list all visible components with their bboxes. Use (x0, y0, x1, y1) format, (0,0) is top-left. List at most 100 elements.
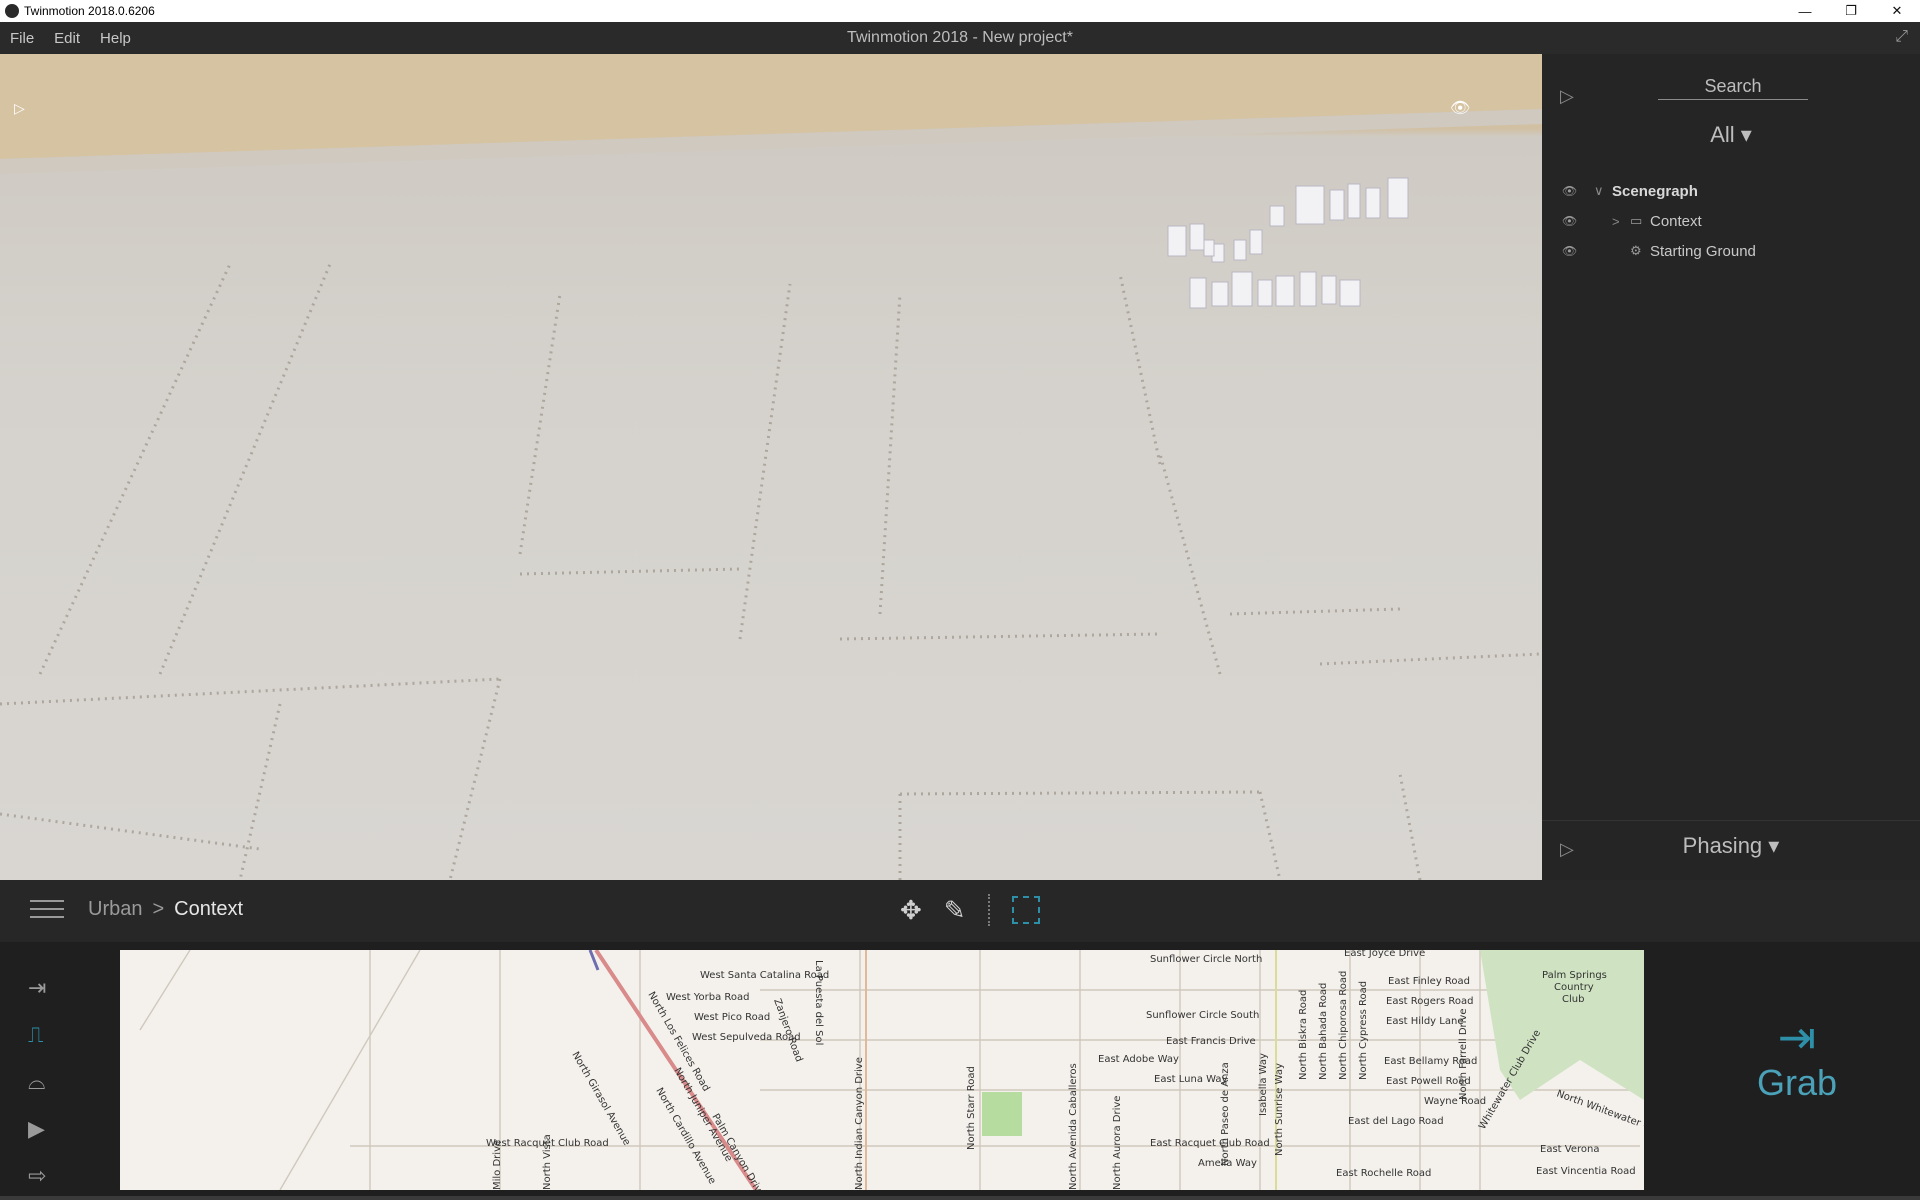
project-title: Twinmotion 2018 - New project* (847, 29, 1073, 46)
map-road-label: North Sunrise Way (1274, 1063, 1285, 1156)
map-road-label: East Luna Way (1154, 1074, 1228, 1085)
object-icon: ⚙ (1630, 243, 1642, 258)
tree-item-context[interactable]: 👁 > ▭ Context (1562, 206, 1902, 236)
menu-edit[interactable]: Edit (44, 30, 90, 47)
menu-help[interactable]: Help (90, 30, 141, 47)
window-title: Twinmotion 2018.0.6206 (24, 4, 155, 18)
map-road-label: East Vincentia Road (1536, 1166, 1636, 1177)
map-road-label: North Starr Road (966, 1066, 977, 1150)
map-road-label: Whitewater Club Drive (1477, 1028, 1543, 1131)
map-road-label: North Chiporosa Road (1338, 971, 1349, 1080)
map-road-label: East Racquet Club Road (1150, 1138, 1270, 1149)
map-road-label: North Avenida Caballeros (1068, 1063, 1079, 1190)
export-icon[interactable]: ⇨ (28, 1152, 68, 1199)
map-road-label: North Biskra Road (1298, 990, 1309, 1080)
phasing-dropdown[interactable]: Phasing ▾ (1542, 833, 1920, 859)
map-road-label: West Pico Road (694, 1012, 770, 1023)
search-input[interactable] (1658, 76, 1808, 100)
library-sidebar: ⇥ ⎍ ⌓ ▶ ⇨ (28, 964, 68, 1199)
close-button[interactable]: ✕ (1874, 0, 1920, 22)
map-road-label: North Cypress Road (1358, 981, 1369, 1080)
map-road-label: North Paseo de Anza (1220, 1062, 1231, 1166)
viewport-play-icon[interactable]: ▷ (14, 100, 25, 117)
map-place-label: Club (1562, 994, 1584, 1005)
map-road-label: North Farrell Drive (1458, 1009, 1469, 1100)
scene-render (0, 54, 1542, 880)
map-place-label: Palm Springs (1542, 970, 1607, 981)
location-map[interactable]: West Santa Catalina Road West Yorba Road… (120, 950, 1644, 1190)
phasing-bar: ▷ Phasing ▾ (1542, 820, 1920, 880)
window-titlebar: Twinmotion 2018.0.6206 — ❐ ✕ (0, 0, 1920, 22)
map-road-label: East Francis Drive (1166, 1036, 1256, 1047)
map-place-label: Country (1554, 982, 1594, 993)
expand-caret-icon[interactable]: ∨ (1594, 183, 1612, 199)
map-road-label: North Vista (542, 1134, 553, 1190)
map-road-label: La Puesta del Sol (813, 960, 824, 1045)
tree-item-starting-ground[interactable]: 👁 ⚙ Starting Ground (1562, 236, 1902, 266)
tree-item-scenegraph[interactable]: 👁 ∨ Scenegraph (1562, 176, 1902, 206)
map-road-label: East Adobe Way (1098, 1054, 1179, 1065)
folder-icon: ▭ (1630, 213, 1643, 228)
bottom-toolbar: Urban > Context ✥ ✎ (0, 880, 1920, 942)
selection-tool-icon[interactable] (1011, 896, 1040, 924)
panel-collapse-icon[interactable]: ▷ (1560, 86, 1576, 106)
map-labels: West Santa Catalina Road West Yorba Road… (486, 950, 1644, 1190)
grab-icon: ⇥ (1777, 1011, 1817, 1063)
map-road-label: East Joyce Drive (1344, 950, 1425, 959)
tree-label: Scenegraph (1612, 182, 1698, 200)
minimize-button[interactable]: — (1782, 0, 1828, 22)
map-road-label: North Aurora Drive (1112, 1096, 1123, 1190)
app-logo-icon (5, 4, 19, 18)
map-road-label: North Bahada Road (1318, 983, 1329, 1080)
tree-label: Context (1650, 212, 1702, 230)
map-road-label: North Whitewater Club (1555, 1088, 1644, 1137)
menu-file[interactable]: File (0, 30, 44, 47)
3d-viewport[interactable]: ▷ 👁 (0, 54, 1542, 880)
tree-label: Starting Ground (1650, 242, 1756, 260)
map-road-label: Zanjero Road (771, 997, 804, 1063)
visibility-eye-icon[interactable]: 👁 (1562, 244, 1594, 258)
map-road-label: West Santa Catalina Road (700, 970, 829, 981)
map-road-label: North Girasol Avenue (569, 1050, 632, 1148)
map-road-label: Wayne Road (1424, 1096, 1486, 1107)
breadcrumb-context: Context (174, 898, 244, 920)
library-area: ⇥ ⎍ ⌓ ▶ ⇨ West Santa Catalina Road West … (0, 942, 1920, 1200)
map-road-label: North Indian Canyon Drive (854, 1057, 865, 1190)
map-road-label: East Rochelle Road (1336, 1168, 1431, 1179)
map-road-label: East del Lago Road (1348, 1116, 1444, 1127)
import-icon[interactable]: ⇥ (28, 964, 68, 1011)
map-road-label: East Hildy Lane (1386, 1016, 1463, 1027)
grab-label: Grab (1756, 1062, 1838, 1103)
map-road-label: Sunflower Circle South (1146, 1010, 1259, 1021)
breadcrumb-separator: > (152, 898, 165, 920)
map-road-label: East Rogers Road (1386, 996, 1473, 1007)
menu-bar: File Edit Help Twinmotion 2018 - New pro… (0, 22, 1920, 54)
restore-button[interactable]: ❐ (1828, 0, 1874, 22)
media-icon[interactable]: ▶ (28, 1105, 68, 1152)
visibility-eye-icon[interactable]: 👁 (1562, 184, 1594, 198)
expand-caret-icon[interactable]: > (1612, 214, 1630, 229)
move-tool-icon[interactable]: ✥ (900, 895, 922, 926)
status-strip (0, 1196, 1920, 1200)
map-road-label: East Finley Road (1388, 976, 1470, 987)
map-road-label: North Cardillo Avenue (653, 1086, 717, 1186)
visibility-eye-icon[interactable]: 👁 (1562, 214, 1594, 228)
scene-tree: 👁 ∨ Scenegraph 👁 > ▭ Context 👁 ⚙ Startin… (1562, 176, 1902, 266)
menu-hamburger-icon[interactable] (30, 900, 64, 924)
breadcrumb: Urban > Context (88, 898, 243, 921)
breadcrumb-urban[interactable]: Urban (88, 898, 142, 921)
map-road-label: Milo Drive (492, 1140, 503, 1190)
filter-dropdown[interactable]: All ▾ (1542, 122, 1920, 148)
picker-tool-icon[interactable]: ✎ (944, 895, 966, 926)
map-road-label: Sunflower Circle North (1150, 954, 1262, 965)
viewport-eye-icon[interactable]: 👁 (1450, 98, 1470, 118)
grab-button[interactable]: ⇥ Grab (1752, 1012, 1842, 1104)
map-road-label: West Yorba Road (666, 992, 750, 1003)
scenegraph-panel: ▷ All ▾ 👁 ∨ Scenegraph 👁 > ▭ Context 👁 ⚙… (1542, 54, 1920, 880)
waveform-icon[interactable]: ⎍ (28, 1011, 68, 1058)
map-road-label: East Verona (1540, 1144, 1599, 1155)
toolbar-divider (987, 894, 990, 926)
fullscreen-icon[interactable]: ⤢ (1895, 28, 1908, 46)
map-road-label: Isabella Way (1258, 1053, 1269, 1116)
leaf-icon[interactable]: ⌓ (28, 1058, 68, 1105)
